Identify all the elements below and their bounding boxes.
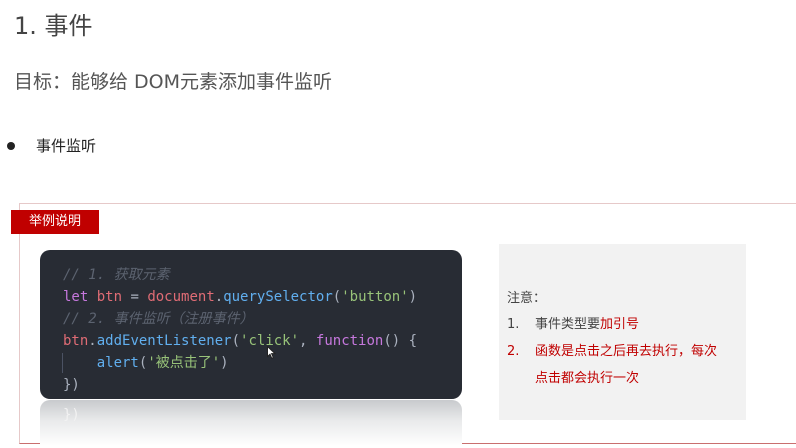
- note-panel: 注意： 1. 事件类型要加引号 2. 函数是点击之后再去执行，每次 点击都会执行一次: [499, 244, 746, 420]
- code-operator: =: [122, 289, 148, 305]
- reflection-line: }): [63, 407, 80, 423]
- note-item-number: 2.: [507, 344, 520, 359]
- note-item-2: 2. 函数是点击之后再去执行，每次: [507, 340, 717, 359]
- code-line-3: // 2. 事件监听（注册事件）: [63, 308, 462, 330]
- code-function-call: alert: [96, 355, 139, 371]
- mouse-pointer-icon: [267, 346, 276, 359]
- goal-text: 目标：能够给 DOM元素添加事件监听: [14, 71, 333, 93]
- code-paren-close: ): [408, 289, 418, 305]
- code-paren-open: (: [332, 289, 342, 305]
- section-heading: 1. 事件: [14, 12, 93, 40]
- code-dot: .: [88, 333, 97, 349]
- code-object: document: [147, 289, 215, 305]
- code-comment: // 2. 事件监听（注册事件）: [63, 311, 254, 327]
- note-item-1: 1. 事件类型要加引号: [507, 313, 639, 332]
- code-method: querySelector: [223, 289, 333, 305]
- note-item-text: 函数是点击之后再去执行，每次: [535, 344, 718, 359]
- note-title: 注意：: [507, 291, 547, 306]
- code-object: btn: [63, 333, 89, 349]
- code-variable: btn: [96, 289, 123, 305]
- code-brace: () {: [383, 333, 418, 349]
- code-line-2: let btn = document.querySelector('button…: [63, 286, 462, 308]
- code-line-6: }): [63, 374, 462, 396]
- indent-guide: [62, 353, 63, 373]
- code-closing: }): [63, 377, 80, 393]
- code-keyword: function: [315, 333, 384, 349]
- code-paren-close: ): [220, 355, 229, 371]
- code-dot: .: [214, 289, 224, 305]
- code-line-5: alert('被点击了'): [63, 352, 462, 374]
- bullet-dot-icon: [7, 141, 15, 150]
- code-paren-open: (: [231, 333, 241, 349]
- code-keyword: let: [63, 289, 89, 305]
- note-item-2-continuation: 点击都会执行一次: [535, 371, 640, 386]
- code-reflection: }): [40, 400, 462, 446]
- note-item-number: 1.: [507, 317, 520, 332]
- code-block: // 1. 获取元素 let btn = document.querySelec…: [40, 250, 462, 399]
- bullet-text: 事件监听: [36, 137, 97, 155]
- code-method: addEventListener: [96, 333, 232, 349]
- code-line-1: // 1. 获取元素: [63, 264, 462, 286]
- note-item-highlight: 加引号: [600, 317, 640, 332]
- example-tag: 举例说明: [11, 210, 99, 234]
- bullet-item: 事件监听: [7, 135, 96, 156]
- code-string: 'button': [341, 289, 409, 305]
- code-line-4: btn.addEventListener('click', function()…: [63, 330, 462, 352]
- slide-page: 1. 事件 目标：能够给 DOM元素添加事件监听 事件监听 举例说明 // 1.…: [0, 0, 796, 448]
- code-comment: // 1. 获取元素: [63, 267, 170, 283]
- code-string: '被点击了': [147, 355, 221, 371]
- note-item-text: 事件类型要: [535, 317, 601, 332]
- code-separator: ,: [299, 333, 316, 349]
